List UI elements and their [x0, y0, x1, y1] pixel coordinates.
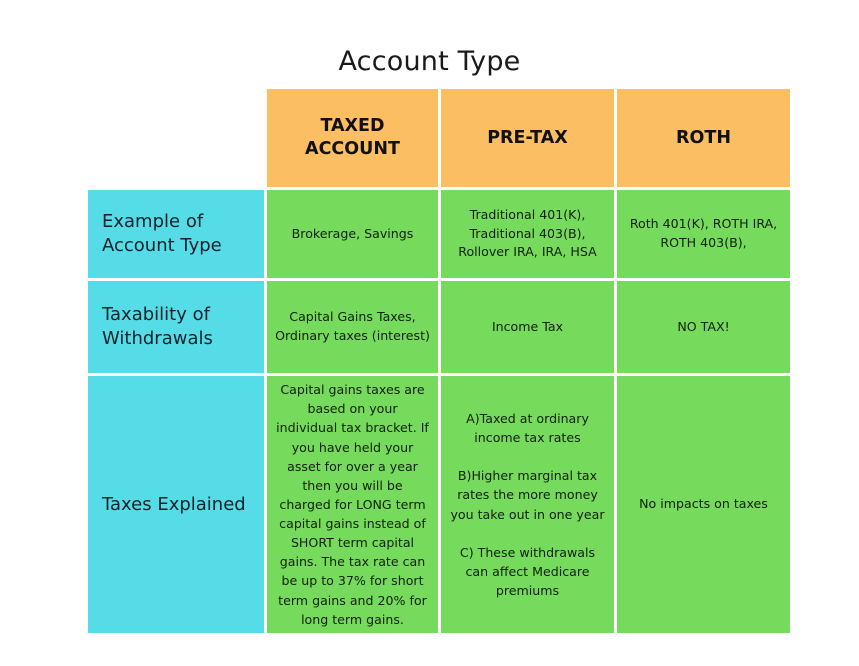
- column-header-roth: ROTH: [617, 89, 790, 187]
- table-cell-example-pretax: Traditional 401(K), Traditional 403(B), …: [441, 190, 614, 278]
- table-cell-explained-pretax: A)Taxed at ordinary income tax rates B)H…: [441, 376, 614, 633]
- table-cell-example-roth: Roth 401(K), ROTH IRA, ROTH 403(B),: [617, 190, 790, 278]
- column-header-label: ROTH: [676, 127, 731, 148]
- page-title: Account Type: [338, 46, 521, 77]
- column-header-pre-tax: PRE-TAX: [441, 89, 614, 187]
- cell-text: Brokerage, Savings: [291, 225, 414, 241]
- row-header-example-of-account-type: Example of Account Type: [88, 190, 264, 278]
- column-header-taxed-account: TAXED ACCOUNT: [267, 89, 438, 187]
- table-corner-blank: [88, 89, 264, 187]
- cell-text: Capital Gains Taxes, Ordinary taxes (int…: [275, 309, 430, 343]
- row-header-label: Taxes Explained: [102, 493, 246, 515]
- row-header-label: Taxability of Withdrawals: [102, 304, 213, 349]
- table-cell-example-taxed: Brokerage, Savings: [267, 190, 438, 278]
- table-cell-taxability-pretax: Income Tax: [441, 281, 614, 373]
- cell-text: No impacts on taxes: [639, 496, 768, 512]
- table-cell-explained-roth: No impacts on taxes: [617, 376, 790, 633]
- table-cell-explained-taxed: Capital gains taxes are based on your in…: [267, 376, 438, 633]
- row-header-taxability-of-withdrawals: Taxability of Withdrawals: [88, 281, 264, 373]
- cell-text: Roth 401(K), ROTH IRA, ROTH 403(B),: [629, 216, 778, 250]
- row-header-label: Example of Account Type: [102, 211, 222, 256]
- row-header-taxes-explained: Taxes Explained: [88, 376, 264, 633]
- cell-text: Capital gains taxes are based on your in…: [276, 382, 429, 627]
- account-type-comparison-table: TAXED ACCOUNT PRE-TAX ROTH Example of Ac…: [88, 89, 790, 633]
- table-cell-taxability-roth: NO TAX!: [617, 281, 790, 373]
- column-header-label: TAXED ACCOUNT: [305, 116, 400, 159]
- cell-text: Income Tax: [491, 318, 564, 334]
- column-header-label: PRE-TAX: [487, 127, 568, 148]
- cell-text: NO TAX!: [677, 318, 730, 334]
- cell-text: A)Taxed at ordinary income tax rates B)H…: [450, 410, 605, 599]
- cell-text: Traditional 401(K), Traditional 403(B), …: [458, 206, 597, 260]
- table-cell-taxability-taxed: Capital Gains Taxes, Ordinary taxes (int…: [267, 281, 438, 373]
